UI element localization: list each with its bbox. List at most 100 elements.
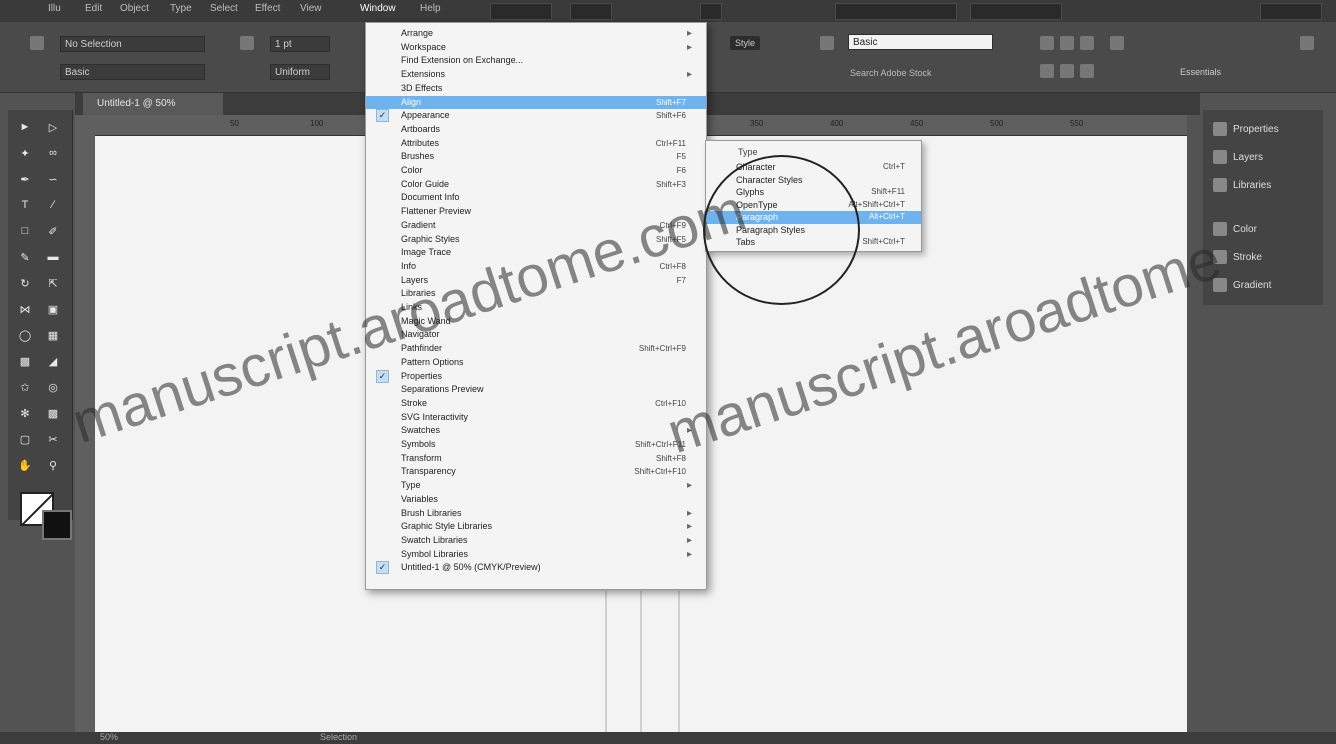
menu-item[interactable]: ✓ Appearance Shift+F6: [366, 109, 706, 123]
paintbrush-tool-icon[interactable]: ✐: [46, 224, 60, 238]
panel-menu-icon[interactable]: [1300, 36, 1314, 50]
menu-item[interactable]: Symbols Shift+Ctrl+F11: [366, 438, 706, 452]
panel-tab-properties[interactable]: Properties: [1213, 120, 1279, 138]
menu-item[interactable]: Navigator: [366, 328, 706, 342]
align-right-icon[interactable]: [1080, 36, 1094, 50]
menu-item[interactable]: Find Extension on Exchange...: [366, 54, 706, 68]
menu-type[interactable]: Type: [170, 3, 192, 14]
stroke-field[interactable]: Basic: [60, 64, 205, 80]
menu-help[interactable]: Help: [420, 3, 441, 14]
panel-tab-layers[interactable]: Layers: [1213, 148, 1263, 166]
stroke-weight-field[interactable]: 1 pt: [270, 36, 330, 52]
magic-wand-tool-icon[interactable]: ✦: [18, 146, 32, 160]
bridge-button[interactable]: [490, 3, 552, 20]
menu-view[interactable]: View: [300, 3, 322, 14]
symbol-sprayer-tool-icon[interactable]: ✻: [18, 406, 32, 420]
menu-item[interactable]: Flattener Preview: [366, 205, 706, 219]
artboard-tool-icon[interactable]: ▢: [18, 432, 32, 446]
menu-item[interactable]: Pathfinder Shift+Ctrl+F9: [366, 342, 706, 356]
menu-item[interactable]: Brush Libraries ▸: [366, 507, 706, 521]
menu-item[interactable]: Pattern Options: [366, 356, 706, 370]
lasso-tool-icon[interactable]: ∞: [46, 146, 60, 160]
menu-item[interactable]: Color F6: [366, 164, 706, 178]
selection-tool-icon[interactable]: ►: [18, 120, 32, 134]
stroke-weight-icon[interactable]: [240, 36, 254, 50]
menu-item[interactable]: ✓ Properties: [366, 369, 706, 384]
zoom-tool-icon[interactable]: ⚲: [46, 458, 60, 472]
menu-item[interactable]: Extensions ▸: [366, 68, 706, 82]
align-left-icon[interactable]: [1040, 36, 1054, 50]
menu-item[interactable]: Stroke Ctrl+F10: [366, 397, 706, 411]
align-middle-icon[interactable]: [1060, 64, 1074, 78]
menu-item[interactable]: Magic Wand: [366, 315, 706, 329]
zoom-level[interactable]: 50%: [100, 732, 118, 742]
window-controls[interactable]: [1260, 3, 1322, 20]
menu-item[interactable]: Transparency Shift+Ctrl+F10: [366, 465, 706, 479]
gradient-tool-icon[interactable]: ◢: [46, 354, 60, 368]
menu-item[interactable]: Arrange ▸: [366, 27, 706, 41]
align-top-icon[interactable]: [1040, 64, 1054, 78]
menu-item[interactable]: Align Shift+F7: [366, 95, 706, 110]
arrange-docs-button[interactable]: [570, 3, 612, 20]
menu-item[interactable]: Brushes F5: [366, 150, 706, 164]
hand-tool-icon[interactable]: ✋: [18, 458, 32, 472]
menu-item[interactable]: Info Ctrl+F8: [366, 260, 706, 274]
menu-object[interactable]: Object: [120, 3, 149, 14]
slice-tool-icon[interactable]: ✂: [46, 432, 60, 446]
pencil-tool-icon[interactable]: ✎: [18, 250, 32, 264]
menu-item[interactable]: Artboards: [366, 123, 706, 137]
menu-edit[interactable]: Edit: [85, 3, 102, 14]
panel-tab-gradient[interactable]: Gradient: [1213, 276, 1271, 294]
variable-width-field[interactable]: Uniform: [270, 64, 330, 80]
free-transform-tool-icon[interactable]: ▣: [46, 302, 60, 316]
panel-tab-libraries[interactable]: Libraries: [1213, 176, 1271, 194]
style-swatch-icon[interactable]: [820, 36, 834, 50]
menu-item[interactable]: Image Trace: [366, 246, 706, 260]
menu-item[interactable]: Gradient Ctrl+F9: [366, 219, 706, 233]
panel-tab-stroke[interactable]: Stroke: [1213, 248, 1262, 266]
pen-tool-icon[interactable]: ✒: [18, 172, 32, 186]
workspace-switcher[interactable]: [835, 3, 957, 20]
menu-item[interactable]: Variables: [366, 493, 706, 507]
line-tool-icon[interactable]: ∕: [46, 198, 60, 212]
menu-item[interactable]: Swatches ▸: [366, 424, 706, 438]
menu-item[interactable]: Swatch Libraries ▸: [366, 534, 706, 548]
menu-item[interactable]: Separations Preview: [366, 383, 706, 397]
menu-item[interactable]: Transform Shift+F8: [366, 452, 706, 466]
scale-tool-icon[interactable]: ⇱: [46, 276, 60, 290]
menu-item[interactable]: Workspace ▸: [366, 41, 706, 55]
width-tool-icon[interactable]: ⋈: [18, 302, 32, 316]
document-tab[interactable]: Untitled-1 @ 50% (CMYK/Preview): [83, 93, 223, 131]
align-center-icon[interactable]: [1060, 36, 1074, 50]
direct-selection-tool-icon[interactable]: ▷: [46, 120, 60, 134]
menu-item[interactable]: Graphic Styles Shift+F5: [366, 233, 706, 247]
menu-effect[interactable]: Effect: [255, 3, 280, 14]
menu-item[interactable]: Layers F7: [366, 274, 706, 288]
menu-item[interactable]: Color Guide Shift+F3: [366, 178, 706, 192]
menu-item[interactable]: Type ▸: [366, 479, 706, 493]
graph-tool-icon[interactable]: ▩: [46, 406, 60, 420]
menu-item[interactable]: SVG Interactivity: [366, 411, 706, 425]
menu-window[interactable]: Window: [360, 3, 396, 14]
rectangle-tool-icon[interactable]: □: [18, 224, 32, 238]
fill-field[interactable]: No Selection: [60, 36, 205, 52]
menu-app[interactable]: Illu: [48, 3, 61, 14]
rotate-tool-icon[interactable]: ↻: [18, 276, 32, 290]
menu-item[interactable]: 3D Effects: [366, 82, 706, 96]
eyedropper-tool-icon[interactable]: ✩: [18, 380, 32, 394]
layout-icon[interactable]: [700, 3, 722, 20]
distribute-icon[interactable]: [1110, 36, 1124, 50]
menu-item[interactable]: Attributes Ctrl+F11: [366, 137, 706, 151]
curvature-tool-icon[interactable]: ∽: [46, 172, 60, 186]
shape-builder-tool-icon[interactable]: ◯: [18, 328, 32, 342]
panel-tab-color[interactable]: Color: [1213, 220, 1257, 238]
menu-item[interactable]: Symbol Libraries ▸: [366, 548, 706, 562]
menu-item[interactable]: Links: [366, 301, 706, 315]
menu-item[interactable]: Libraries: [366, 287, 706, 301]
menu-item[interactable]: Graphic Style Libraries ▸: [366, 520, 706, 534]
menu-select[interactable]: Select: [210, 3, 238, 14]
align-bottom-icon[interactable]: [1080, 64, 1094, 78]
blend-tool-icon[interactable]: ◎: [46, 380, 60, 394]
menu-item[interactable]: Document Info: [366, 191, 706, 205]
mesh-tool-icon[interactable]: ▩: [18, 354, 32, 368]
